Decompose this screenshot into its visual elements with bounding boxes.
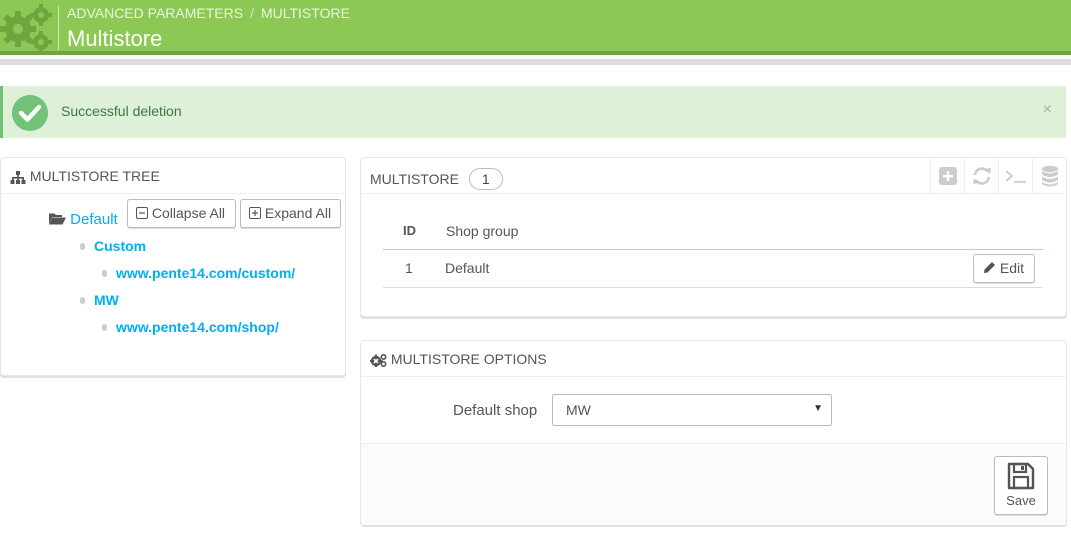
column-header-shop-group[interactable]: Shop group: [446, 223, 518, 239]
sql-query-icon: [1004, 170, 1026, 183]
panel-toolbar: [930, 158, 1066, 194]
add-button[interactable]: [930, 158, 964, 194]
options-panel-title: MULTISTORE OPTIONS: [390, 351, 547, 367]
breadcrumb-item-multistore[interactable]: MULTISTORE: [261, 5, 350, 21]
multistore-list-panel: MULTISTORE 1 ID Shop group 1 Default Edi…: [360, 157, 1067, 317]
database-icon: [1041, 165, 1058, 187]
breadcrumb: ADVANCED PARAMETERS / MULTISTORE: [67, 5, 350, 21]
tree-bullet: [80, 243, 85, 250]
multistore-options-panel: MULTISTORE OPTIONS Default shop MW ▼ Sav…: [360, 340, 1067, 525]
cell-id: 1: [405, 260, 413, 276]
edit-label: Edit: [999, 260, 1025, 276]
header-divider: [58, 5, 59, 50]
tree-bullet: [80, 297, 85, 304]
multistore-tree-panel: MULTISTORE TREE Default Collapse All Exp…: [0, 157, 346, 376]
sql-query-button[interactable]: [998, 158, 1032, 194]
gears-icon: [0, 4, 52, 52]
tree-shop-mw[interactable]: www.pente14.com/shop/: [116, 319, 279, 335]
options-panel-heading: MULTISTORE OPTIONS: [361, 341, 1066, 377]
tree-group-mw[interactable]: MW: [94, 292, 119, 308]
default-shop-value: MW: [566, 402, 591, 418]
page-title: Multistore: [67, 26, 163, 51]
header-shadow: [0, 59, 1071, 65]
default-shop-label: Default shop: [453, 402, 538, 419]
breadcrumb-separator: /: [250, 5, 254, 21]
count-badge: 1: [468, 168, 503, 190]
folder-open-icon: [49, 213, 66, 225]
refresh-icon: [972, 167, 991, 185]
page-header: ADVANCED PARAMETERS / MULTISTORE Multistor…: [0, 0, 1071, 55]
save-button[interactable]: Save: [994, 456, 1048, 515]
collapse-all-label: Collapse All: [151, 205, 226, 221]
expand-all-button[interactable]: Expand All: [240, 199, 341, 228]
default-shop-select[interactable]: MW ▼: [552, 394, 832, 426]
export-database-button[interactable]: [1032, 158, 1066, 194]
close-alert-button[interactable]: ×: [1043, 101, 1052, 119]
tree-shop-custom[interactable]: www.pente14.com/custom/: [116, 265, 295, 281]
edit-button[interactable]: Edit: [973, 254, 1035, 283]
tree-root-default[interactable]: Default: [49, 211, 118, 228]
check-circle-icon: [12, 95, 48, 131]
chevron-down-icon: ▼: [813, 403, 823, 414]
save-label: Save: [1006, 493, 1036, 508]
alert-message: Successful deletion: [61, 103, 182, 119]
tree-panel-title: MULTISTORE TREE: [29, 168, 160, 184]
tree-bullet: [102, 324, 107, 331]
table-header-row: ID Shop group: [383, 214, 1043, 250]
column-header-id[interactable]: ID: [403, 223, 416, 238]
shop-group-table: ID Shop group 1 Default Edit: [383, 214, 1043, 288]
multistore-panel-title: MULTISTORE: [370, 171, 459, 187]
cell-shop-group: Default: [445, 260, 490, 276]
sitemap-icon: [10, 170, 26, 184]
pencil-icon: [984, 262, 995, 273]
plus-square-icon: [249, 207, 261, 219]
success-alert: Successful deletion ×: [0, 86, 1066, 138]
tree-group-custom[interactable]: Custom: [94, 238, 146, 254]
expand-all-label: Expand All: [264, 205, 332, 221]
refresh-button[interactable]: [964, 158, 998, 194]
breadcrumb-item-advanced-parameters[interactable]: ADVANCED PARAMETERS: [67, 5, 243, 21]
collapse-all-button[interactable]: Collapse All: [127, 199, 236, 228]
tree-bullet: [102, 270, 107, 277]
add-icon: [938, 167, 957, 185]
save-icon: [1007, 462, 1035, 490]
tree-panel-heading: MULTISTORE TREE: [1, 158, 345, 194]
tree-root-label: Default: [70, 211, 118, 228]
options-panel-footer: Save: [361, 443, 1066, 525]
table-row[interactable]: 1 Default Edit: [383, 250, 1043, 288]
cogs-icon: [370, 354, 387, 368]
minus-square-icon: [136, 207, 148, 219]
